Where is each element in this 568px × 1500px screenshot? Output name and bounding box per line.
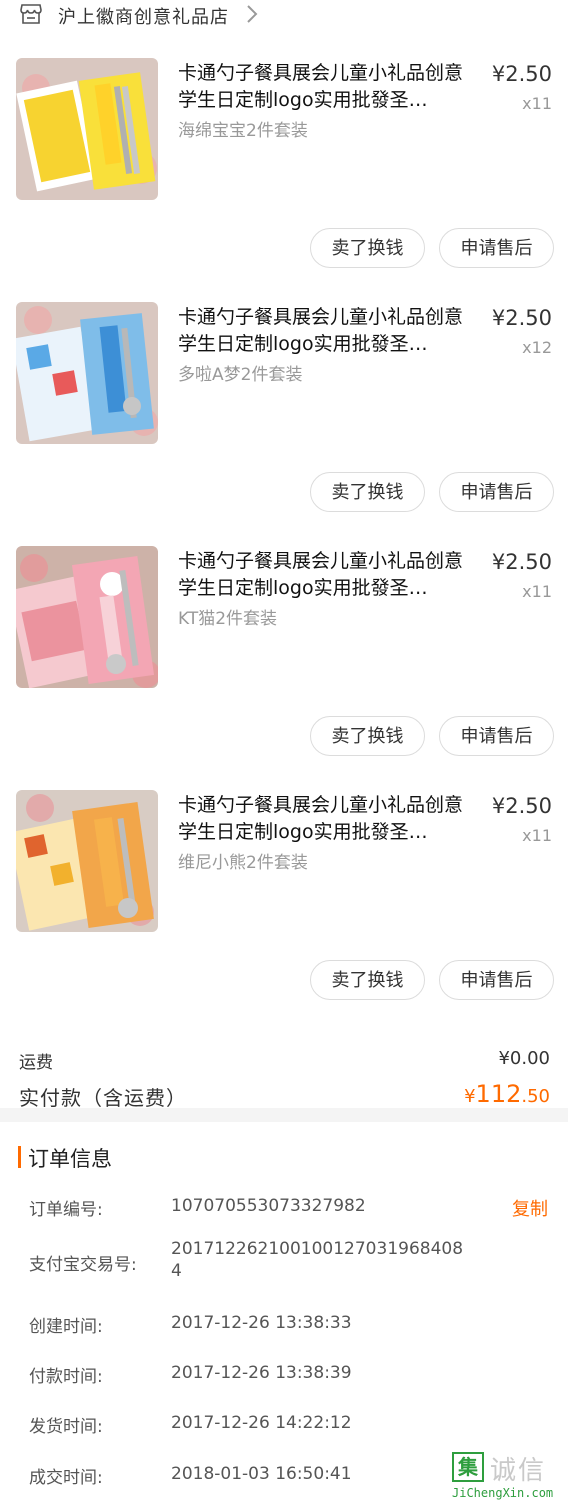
total-value: ¥112.50 (464, 1080, 550, 1108)
product-variant: 海绵宝宝2件套装 (178, 121, 308, 141)
product-quantity: x11 (522, 582, 552, 601)
sell-button[interactable]: 卖了换钱 (310, 472, 425, 512)
product-title[interactable]: 卡通勺子餐具展会儿童小礼品创意学生日定制logo实用批發圣… (178, 60, 470, 114)
shipped-time-label: 发货时间: (29, 1417, 103, 1437)
completed-time-label: 成交时间: (29, 1468, 103, 1488)
total-decimal: .50 (521, 1086, 550, 1107)
sell-button[interactable]: 卖了换钱 (310, 960, 425, 1000)
after-sales-button[interactable]: 申请售后 (439, 716, 554, 756)
shop-header[interactable]: 沪上徽商创意礼品店 (0, 0, 568, 32)
shipped-time-value: 2017-12-26 14:22:12 (171, 1413, 352, 1433)
sell-button[interactable]: 卖了换钱 (310, 228, 425, 268)
product-image[interactable] (16, 302, 158, 444)
after-sales-button[interactable]: 申请售后 (439, 960, 554, 1000)
alipay-trade-value: 2017122621001001270319684084 (171, 1239, 464, 1281)
created-time-value: 2017-12-26 13:38:33 (171, 1313, 352, 1333)
shop-icon (20, 4, 42, 24)
shop-name[interactable]: 沪上徽商创意礼品店 (58, 3, 229, 29)
paid-time-value: 2017-12-26 13:38:39 (171, 1363, 352, 1383)
total-label: 实付款（含运费） (19, 1086, 187, 1110)
product-price: ¥2.50 (491, 794, 552, 818)
product-price: ¥2.50 (491, 550, 552, 574)
product-title[interactable]: 卡通勺子餐具展会儿童小礼品创意学生日定制logo实用批發圣… (178, 304, 470, 358)
product-image[interactable] (16, 546, 158, 688)
section-divider (0, 1108, 568, 1122)
order-item[interactable]: 卡通勺子餐具展会儿童小礼品创意学生日定制logo实用批發圣… 维尼小熊2件套装 … (0, 776, 568, 1020)
shipping-value: ¥0.00 (498, 1048, 550, 1069)
sell-button[interactable]: 卖了换钱 (310, 716, 425, 756)
after-sales-button[interactable]: 申请售后 (439, 472, 554, 512)
copy-button[interactable]: 复制 (512, 1195, 548, 1221)
completed-time-value: 2018-01-03 16:50:41 (171, 1464, 352, 1484)
product-image[interactable] (16, 58, 158, 200)
alipay-trade-label: 支付宝交易号: (29, 1255, 137, 1275)
paid-time-label: 付款时间: (29, 1367, 103, 1387)
product-variant: KT猫2件套装 (178, 609, 278, 629)
total-integer: 112 (475, 1080, 522, 1108)
product-title[interactable]: 卡通勺子餐具展会儿童小礼品创意学生日定制logo实用批發圣… (178, 548, 470, 602)
watermark-logo: 集 诚信 JiChengXin.com (450, 1450, 568, 1500)
section-accent-bar (18, 1146, 21, 1168)
created-time-label: 创建时间: (29, 1317, 103, 1337)
order-item[interactable]: 卡通勺子餐具展会儿童小礼品创意学生日定制logo实用批發圣… 海绵宝宝2件套装 … (0, 44, 568, 288)
product-variant: 维尼小熊2件套装 (178, 853, 308, 873)
product-image[interactable] (16, 790, 158, 932)
product-quantity: x12 (522, 338, 552, 357)
chevron-right-icon[interactable] (245, 4, 259, 24)
order-number-value: 107070553073327982 (171, 1196, 366, 1216)
order-item[interactable]: 卡通勺子餐具展会儿童小礼品创意学生日定制logo实用批發圣… KT猫2件套装 ¥… (0, 532, 568, 776)
watermark-box: 集 (452, 1452, 484, 1482)
after-sales-button[interactable]: 申请售后 (439, 228, 554, 268)
product-quantity: x11 (522, 94, 552, 113)
shipping-label: 运费 (19, 1053, 53, 1073)
watermark-url: JiChengXin.com (452, 1486, 554, 1500)
product-title[interactable]: 卡通勺子餐具展会儿童小礼品创意学生日定制logo实用批發圣… (178, 792, 470, 846)
order-number-label: 订单编号: (29, 1200, 103, 1220)
product-price: ¥2.50 (491, 306, 552, 330)
product-quantity: x11 (522, 826, 552, 845)
order-item[interactable]: 卡通勺子餐具展会儿童小礼品创意学生日定制logo实用批發圣… 多啦A梦2件套装 … (0, 288, 568, 532)
product-variant: 多啦A梦2件套装 (178, 365, 303, 385)
order-info-title: 订单信息 (28, 1147, 112, 1171)
total-currency: ¥ (464, 1086, 476, 1107)
watermark-text: 诚信 (490, 1456, 547, 1486)
product-price: ¥2.50 (491, 62, 552, 86)
